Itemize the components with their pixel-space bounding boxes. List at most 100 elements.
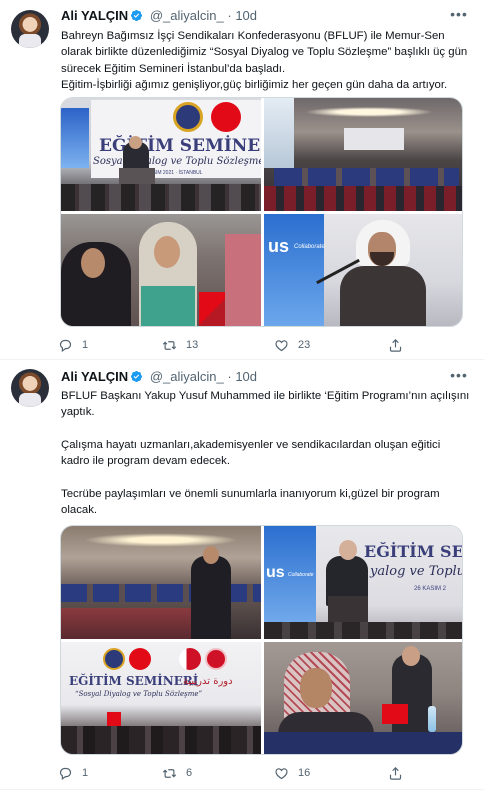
banner-subtitle: yalog ve Toplu: [370, 564, 463, 579]
photo-seminar-banner[interactable]: EĞİTİM SEMİNERİ Sosyal Diyalog ve Toplu …: [61, 98, 261, 211]
tweet-text: BFLUF Başkanı Yakup Yusuf Muhammed ile b…: [61, 388, 470, 518]
tweet-time[interactable]: 10d: [235, 369, 257, 384]
author-handle[interactable]: @_aliyalcin_: [150, 8, 224, 23]
tweet-1[interactable]: Ali YALÇIN @_aliyalcin_ · 10d ••• Bahrey…: [0, 0, 484, 360]
tweet-text-line: Tecrübe paylaşımları ve önemli sunumlarl…: [61, 487, 440, 517]
photo-conference-hall[interactable]: [264, 98, 462, 211]
small-banner-title: EĞİTİM SEMİNERİ: [69, 674, 199, 688]
retweet-icon: [162, 340, 177, 350]
share-icon: [389, 338, 402, 352]
memursen-logo: [103, 648, 125, 670]
speaker-head: [339, 540, 357, 560]
floor: [61, 608, 191, 639]
audience: [61, 726, 261, 754]
like-count: 16: [298, 767, 311, 779]
screen-subtext: Collaborate: [294, 244, 325, 250]
reply-count: 1: [82, 339, 89, 351]
tweet-actions: 1 13 23: [58, 335, 458, 355]
share-icon: [389, 766, 402, 780]
turkey-table-flag: [382, 704, 408, 724]
man-background-head: [402, 646, 420, 666]
standing-man-head: [203, 546, 219, 564]
retweet-button[interactable]: 6: [162, 763, 192, 783]
left-screen: [61, 108, 89, 168]
separator-dot: ·: [227, 8, 232, 23]
photo-speaker-podium[interactable]: us Collaborate EĞİTİM SEMİNERİ yalog ve …: [264, 526, 463, 639]
water-bottle: [428, 706, 436, 732]
banner-subtitle: Sosyal Diyalog ve Toplu Sözleşme”: [93, 156, 261, 167]
reply-count: 1: [82, 767, 89, 779]
retweet-count: 6: [186, 767, 193, 779]
avatar[interactable]: [11, 369, 49, 407]
media-grid[interactable]: EĞİTİM SEMİNERİ Sosyal Diyalog ve Toplu …: [60, 97, 463, 327]
ceiling-lights: [71, 532, 251, 548]
like-button[interactable]: 16: [274, 763, 310, 783]
tweet-text: Bahreyn Bağımsız İşçi Sendikaları Konfed…: [61, 28, 470, 94]
tweet-header: Ali YALÇIN @_aliyalcin_ · 10d •••: [61, 367, 470, 387]
reply-button[interactable]: 1: [58, 763, 88, 783]
author-name[interactable]: Ali YALÇIN: [61, 369, 128, 384]
verified-badge-icon: [131, 370, 143, 383]
turkey-flag-logo: [211, 102, 241, 132]
screen-subtext: Collaborate: [288, 572, 314, 578]
retweet-button[interactable]: 13: [162, 335, 198, 355]
avatar[interactable]: [11, 10, 49, 48]
tweet-text-line: Eğitim-İşbirliği ağımız genişliyor,güç b…: [61, 79, 448, 92]
speaker-robe: [340, 266, 426, 326]
ceiling-lights: [294, 106, 444, 118]
tweet-header: Ali YALÇIN @_aliyalcin_ · 10d •••: [61, 6, 470, 26]
participant-right: [225, 234, 261, 326]
author-name[interactable]: Ali YALÇIN: [61, 8, 128, 23]
tables: [61, 584, 261, 602]
stage-screen: [344, 128, 404, 150]
separator-dot: ·: [227, 369, 232, 384]
hijab-woman-face: [154, 236, 180, 268]
more-icon[interactable]: •••: [448, 367, 470, 385]
hijab-woman-jacket: [141, 286, 195, 326]
tweet-actions: 1 6 16: [58, 763, 458, 783]
media-grid[interactable]: us Collaborate EĞİTİM SEMİNERİ yalog ve …: [60, 525, 463, 755]
arabic-title: دورة تدريبية: [183, 676, 233, 687]
tweet-time[interactable]: 10d: [235, 8, 257, 23]
photo-participant-keffiyeh[interactable]: [264, 642, 462, 754]
photo-speaker-ghutra[interactable]: us Collaborate: [264, 214, 462, 326]
standing-man: [191, 556, 231, 639]
turkey-flag-logo: [129, 648, 151, 670]
like-count: 23: [298, 339, 311, 351]
bfluf-logo: [205, 648, 227, 670]
verified-badge-icon: [131, 9, 143, 22]
participant-left-face: [81, 248, 105, 278]
retweet-icon: [162, 768, 177, 778]
speaker-head: [129, 136, 142, 149]
photo-conference-room[interactable]: [61, 526, 261, 639]
front-row: [264, 622, 462, 639]
reply-icon: [59, 339, 72, 352]
retweet-count: 13: [186, 339, 199, 351]
more-icon[interactable]: •••: [448, 6, 470, 24]
like-icon: [275, 339, 288, 351]
bahrain-flag-logo: [179, 648, 201, 670]
tweet-text-line: Bahreyn Bağımsız İşçi Sendikaları Konfed…: [61, 30, 468, 75]
small-banner-subtitle: “Sosyal Diyalog ve Toplu Sözleşme”: [75, 690, 203, 698]
photo-participants[interactable]: [61, 214, 261, 326]
screen-text: us: [266, 564, 285, 581]
reply-icon: [59, 767, 72, 780]
share-button[interactable]: [388, 335, 403, 355]
left-screen: [264, 214, 324, 326]
table-flags: [107, 712, 121, 726]
tweet-text-line: BFLUF Başkanı Yakup Yusuf Muhammed ile b…: [61, 390, 470, 419]
table-top: [264, 732, 462, 754]
banner-date: 26 KASIM 2: [414, 586, 447, 592]
author-handle[interactable]: @_aliyalcin_: [150, 369, 224, 384]
memursen-logo: [173, 102, 203, 132]
photo-seminar-banner-closeup[interactable]: EĞİTİM SEMİNERİ “Sosyal Diyalog ve Toplu…: [61, 642, 261, 754]
like-button[interactable]: 23: [274, 335, 310, 355]
share-button[interactable]: [388, 763, 403, 783]
participant-face: [300, 668, 332, 708]
audience: [61, 184, 261, 211]
tweet-text-line: Çalışma hayatı uzmanları,akademisyenler …: [61, 438, 441, 468]
banner-title: EĞİTİM SEMİNERİ: [364, 542, 463, 561]
reply-button[interactable]: 1: [58, 335, 88, 355]
tweet-2[interactable]: Ali YALÇIN @_aliyalcin_ · 10d ••• BFLUF …: [0, 361, 484, 790]
left-window: [264, 98, 294, 168]
